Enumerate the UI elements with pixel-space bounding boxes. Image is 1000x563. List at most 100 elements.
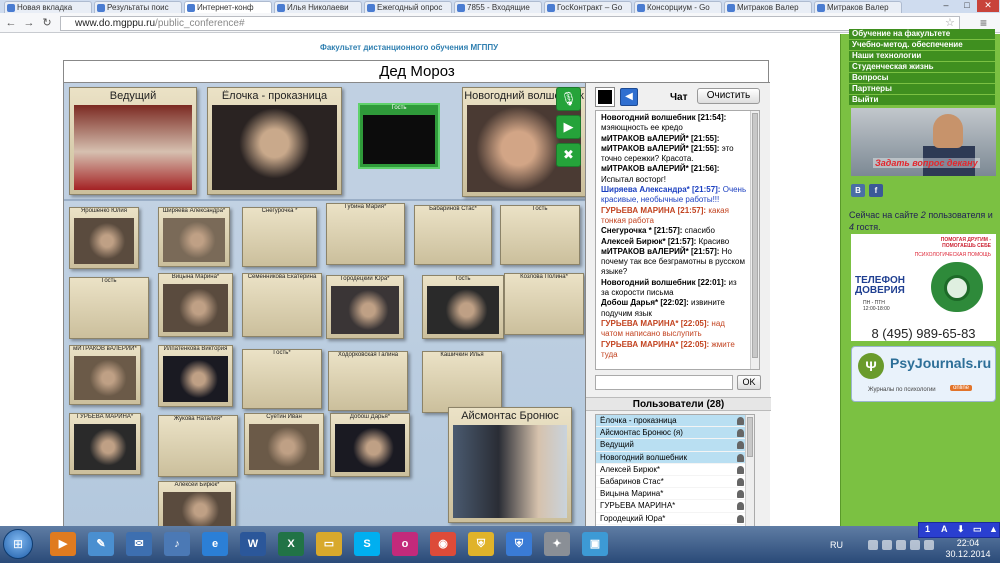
chat-scrollbar[interactable]	[750, 111, 759, 369]
browser-tab[interactable]: Митраков Валер	[724, 1, 812, 13]
chat-input[interactable]	[595, 375, 733, 390]
participant-tile[interactable]: Илпатенкова Виктория	[158, 345, 233, 407]
participant-tile[interactable]: Добош Дарья*	[330, 413, 410, 477]
user-row[interactable]: ГУРЬЕВА МАРИНА*	[596, 500, 754, 513]
user-row[interactable]: Новогодний волшебник	[596, 451, 754, 464]
participant-tile[interactable]: Суетин Иван	[244, 413, 324, 475]
minimize-button[interactable]: –	[935, 0, 957, 12]
user-row[interactable]: Ёлочка - проказница	[596, 415, 754, 428]
media-player-icon[interactable]: ▶	[50, 532, 76, 556]
user-row[interactable]: Ведущий	[596, 439, 754, 452]
clear-chat-button[interactable]: Очистить	[697, 88, 760, 104]
sidebar-nav-item[interactable]: Обучение на факультете	[849, 29, 995, 39]
audio-app-icon[interactable]: o	[392, 532, 418, 556]
participant-tile[interactable]: Кашичкин Илья	[422, 351, 502, 413]
shield-icon[interactable]: ⛨	[468, 532, 494, 556]
picture-icon[interactable]: ▣	[582, 532, 608, 556]
sidebar-nav-item[interactable]: Студенческая жизнь	[849, 62, 995, 72]
mail-icon[interactable]: ✉	[126, 532, 152, 556]
skype-icon[interactable]: S	[354, 532, 380, 556]
participant-tile[interactable]: Ярошенко Юлия	[69, 207, 139, 269]
user-row[interactable]: Айсмонтас Бронюс (я)	[596, 427, 754, 440]
participant-tile[interactable]: Снегурочка *	[242, 207, 317, 267]
tray-arrow-icon[interactable]	[868, 540, 878, 550]
reload-icon[interactable]: ↻	[40, 16, 54, 30]
participant-tile[interactable]: Городецкий Юра*	[326, 275, 404, 339]
tools-app-icon[interactable]: ✦	[544, 532, 570, 556]
language-bar-button[interactable]: 1	[925, 524, 930, 534]
excel-icon[interactable]: X	[278, 532, 304, 556]
participant-tile[interactable]: Жукова Наталия*	[158, 415, 238, 477]
language-bar-button[interactable]: ▭	[973, 524, 982, 535]
ask-dean-link[interactable]: Задать вопрос декану	[873, 158, 980, 168]
psyjournals-banner[interactable]: Ψ PsyJournals.ru Журналы по психологии o…	[851, 346, 996, 402]
start-button[interactable]: ⊞	[3, 529, 33, 559]
browser-tab[interactable]: Илья Николаеви	[274, 1, 362, 13]
close-window-button[interactable]: ✕	[977, 0, 999, 12]
color-picker[interactable]	[595, 87, 615, 107]
microphone-icon[interactable]: 🎙	[556, 87, 581, 111]
participant-tile[interactable]: Ходорковская Галина	[328, 351, 408, 411]
participant-tile[interactable]: Губина Мария*	[326, 203, 405, 265]
participant-tile[interactable]: Гость*	[242, 349, 322, 409]
sidebar-nav-item[interactable]: Выйти	[849, 95, 995, 105]
users-scrollbar[interactable]	[745, 415, 754, 530]
tray-network-icon[interactable]	[896, 540, 906, 550]
sidebar-nav-item[interactable]: Партнеры	[849, 84, 995, 94]
participant-tile[interactable]: мИТРАКОВ вАЛЕРИЙ*	[69, 345, 141, 405]
guest-tile-active[interactable]: Гость	[358, 103, 440, 169]
vk-icon[interactable]: В	[851, 184, 865, 197]
back-icon[interactable]: ←	[4, 16, 18, 30]
sidebar-nav-item[interactable]: Вопросы	[849, 73, 995, 83]
settings-tools-icon[interactable]: ✖	[556, 143, 581, 167]
tray-flag-icon[interactable]	[882, 540, 892, 550]
forward-icon[interactable]: →	[22, 16, 36, 30]
participant-tile[interactable]: Вицына Марина*	[158, 273, 233, 337]
word-icon[interactable]: W	[240, 532, 266, 556]
shield2-icon[interactable]: ⛨	[506, 532, 532, 556]
browser-tab[interactable]: Интернет-конф	[184, 1, 272, 13]
user-row[interactable]: Вицына Марина*	[596, 488, 754, 501]
participant-tile[interactable]: Ширяева Александра*	[158, 207, 230, 267]
user-row[interactable]: Бабаринов Стас*	[596, 476, 754, 489]
chrome-icon[interactable]: ◉	[430, 532, 456, 556]
language-bar-button[interactable]: ⬇	[957, 524, 965, 535]
language-bar-button[interactable]: A	[941, 524, 948, 534]
paint-icon[interactable]: ✎	[88, 532, 114, 556]
browser-tab[interactable]: Результаты поис	[94, 1, 182, 13]
featured-tile[interactable]: Айсмонтас Бронюс	[448, 407, 572, 523]
ie-icon[interactable]: e	[202, 532, 228, 556]
dean-promo-banner[interactable]: Задать вопрос декану	[851, 108, 996, 176]
participant-tile[interactable]: Семенникова Екатерина	[242, 273, 322, 337]
user-row[interactable]: Городецкий Юра*	[596, 513, 754, 525]
menu-icon[interactable]: ≡	[980, 16, 987, 30]
participant-tile[interactable]: Гость	[500, 205, 580, 265]
camera-icon[interactable]: ▶	[556, 115, 581, 139]
browser-tab[interactable]: ГосКонтракт – Go	[544, 1, 632, 13]
speaker-icon[interactable]: ◀	[620, 88, 638, 106]
participant-tile[interactable]: Гость	[422, 275, 504, 339]
tray-power-icon[interactable]	[924, 540, 934, 550]
facebook-icon[interactable]: f	[869, 184, 883, 197]
browser-tab[interactable]: Консорциум - Go	[634, 1, 722, 13]
language-indicator[interactable]: RU	[830, 540, 843, 550]
participant-tile[interactable]: Гость	[69, 277, 149, 339]
folder-icon[interactable]: ▭	[316, 532, 342, 556]
speaker-tile-host[interactable]: Ведущий	[69, 87, 197, 195]
participant-tile[interactable]: ГУРЬЕВА МАРИНА*	[69, 413, 141, 475]
tray-volume-icon[interactable]	[910, 540, 920, 550]
speaker-tile-elochka[interactable]: Ёлочка - проказница	[207, 87, 342, 195]
browser-tab[interactable]: Митраков Валер	[814, 1, 902, 13]
maximize-button[interactable]: □	[956, 0, 978, 12]
browser-tab[interactable]: Новая вкладка	[4, 1, 92, 13]
bookmark-star-icon[interactable]: ☆	[945, 16, 955, 29]
volume-app-icon[interactable]: ♪	[164, 532, 190, 556]
hotline-banner[interactable]: ПОМОГАЯ ДРУГИМ - ПОМОГАЕШЬ СЕБЕ ПСИХОЛОГ…	[851, 234, 996, 341]
address-input[interactable]: www.do.mgppu.ru/public_conference#	[60, 16, 960, 31]
browser-tab[interactable]: Ежегодный опрос	[364, 1, 452, 13]
sidebar-nav-item[interactable]: Наши технологии	[849, 51, 995, 61]
participant-tile[interactable]: Козлова Полина*	[504, 273, 584, 335]
clock[interactable]: 22:04 30.12.2014	[938, 538, 998, 560]
language-bar[interactable]: 1 A ⬇ ▭ ▲	[918, 522, 1000, 538]
user-row[interactable]: Алексей Бирюк*	[596, 464, 754, 476]
